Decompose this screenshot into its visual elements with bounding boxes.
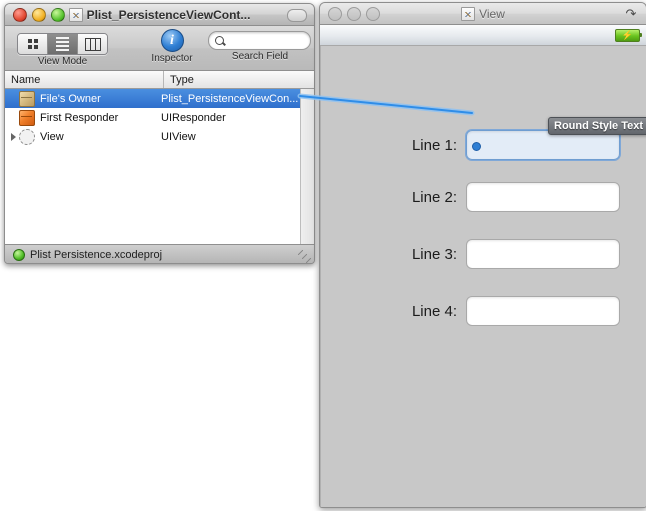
view-canvas-window[interactable]: View ↷ ⚡ Line 1: Line 2: Line 3: Line 4: (319, 2, 646, 508)
ib-status-bar: Plist Persistence.xcodeproj (5, 244, 314, 263)
table-row[interactable]: File's Owner Plist_PersistenceViewCon... (5, 89, 314, 108)
lightning-bolt-icon: ⚡ (621, 29, 634, 40)
search-icon (215, 36, 224, 45)
line-2-label: Line 2: (411, 188, 457, 206)
cube-orange-icon (19, 109, 35, 126)
toolbar-toggle-button[interactable] (287, 9, 307, 22)
inspector-icon[interactable]: i (160, 29, 184, 52)
screen-root: Plist_PersistenceViewCont... View Mode i… (0, 0, 646, 511)
search-field-label: Search Field (231, 51, 289, 62)
row-type-label: UIResponder (161, 111, 226, 124)
rotate-icon[interactable]: ↷ (624, 7, 638, 20)
simulator-canvas[interactable]: Line 1: Line 2: Line 3: Line 4: (320, 46, 646, 507)
zoom-button[interactable] (51, 7, 65, 22)
row-name-label: File's Owner (40, 92, 101, 105)
view-window-title-text: View (479, 6, 505, 21)
view-titlebar[interactable]: View ↷ (320, 3, 646, 25)
inspector-group: i Inspector (146, 29, 198, 64)
row-name-cell: View (5, 128, 157, 145)
line-3-label: Line 3: (411, 245, 457, 263)
form-row-line-3: Line 3: (370, 239, 620, 269)
minimize-button[interactable] (32, 7, 46, 22)
table-row[interactable]: View UIView (5, 127, 314, 146)
zoom-button[interactable] (366, 6, 380, 21)
view-mode-segmented-control[interactable] (17, 33, 108, 55)
close-button[interactable] (13, 7, 27, 22)
vertical-scrollbar[interactable] (300, 89, 314, 244)
close-button[interactable] (328, 6, 342, 21)
list-view-segment[interactable] (48, 34, 78, 54)
grid-icon (27, 39, 38, 49)
row-name-label: View (40, 130, 64, 143)
outline-table-header: Name Type (5, 71, 314, 89)
line-4-label: Line 4: (411, 302, 457, 320)
dashed-circle-icon (19, 128, 35, 145)
line-4-text-field[interactable] (466, 296, 620, 326)
row-type-label: UIView (161, 130, 196, 143)
table-row[interactable]: First Responder UIResponder (5, 108, 314, 127)
connection-anchor-dot (472, 142, 481, 151)
column-header-type[interactable]: Type (164, 71, 314, 88)
connection-tooltip: Round Style Text (548, 117, 646, 135)
green-status-dot (13, 249, 25, 261)
simulator-status-bar: ⚡ (320, 25, 646, 46)
form-row-line-2: Line 2: (370, 182, 620, 212)
line-2-text-field[interactable] (466, 182, 620, 212)
ib-toolbar: View Mode i Inspector Search Field (5, 26, 314, 71)
column-view-segment[interactable] (78, 34, 107, 54)
row-type-label: Plist_PersistenceViewCon... (161, 92, 299, 105)
form-row-line-4: Line 4: (370, 296, 620, 326)
ib-window-controls[interactable] (13, 7, 65, 22)
cube-tan-icon (19, 90, 35, 107)
minimize-button[interactable] (347, 6, 361, 21)
connection-tooltip-text: Round Style Text (554, 120, 644, 132)
row-name-cell: File's Owner (5, 90, 157, 107)
interface-builder-window[interactable]: Plist_PersistenceViewCont... View Mode i… (4, 3, 315, 264)
ib-titlebar[interactable]: Plist_PersistenceViewCont... (5, 4, 314, 26)
document-icon (68, 7, 83, 22)
resize-grip[interactable] (298, 250, 311, 263)
row-name-cell: First Responder (5, 109, 157, 126)
ib-status-text: Plist Persistence.xcodeproj (30, 249, 163, 261)
outline-table-body[interactable]: File's Owner Plist_PersistenceViewCon...… (5, 89, 314, 244)
line-3-text-field[interactable] (466, 239, 620, 269)
search-input[interactable] (228, 33, 304, 48)
icon-view-segment[interactable] (18, 34, 48, 54)
ib-window-title-text: Plist_PersistenceViewCont... (86, 7, 251, 22)
battery-charging-icon: ⚡ (615, 28, 642, 42)
inspector-label: Inspector (151, 53, 193, 64)
list-icon (56, 37, 69, 51)
disclosure-triangle-icon[interactable] (11, 132, 16, 141)
document-icon (461, 6, 476, 21)
view-mode-group: View Mode (17, 30, 108, 67)
row-name-label: First Responder (40, 111, 119, 124)
column-header-name[interactable]: Name (5, 71, 164, 88)
line-1-label: Line 1: (411, 136, 457, 154)
columns-icon (84, 37, 101, 51)
search-field[interactable] (208, 31, 311, 50)
view-mode-label: View Mode (37, 56, 88, 67)
search-group: Search Field (208, 31, 312, 62)
view-window-controls[interactable] (328, 6, 380, 21)
